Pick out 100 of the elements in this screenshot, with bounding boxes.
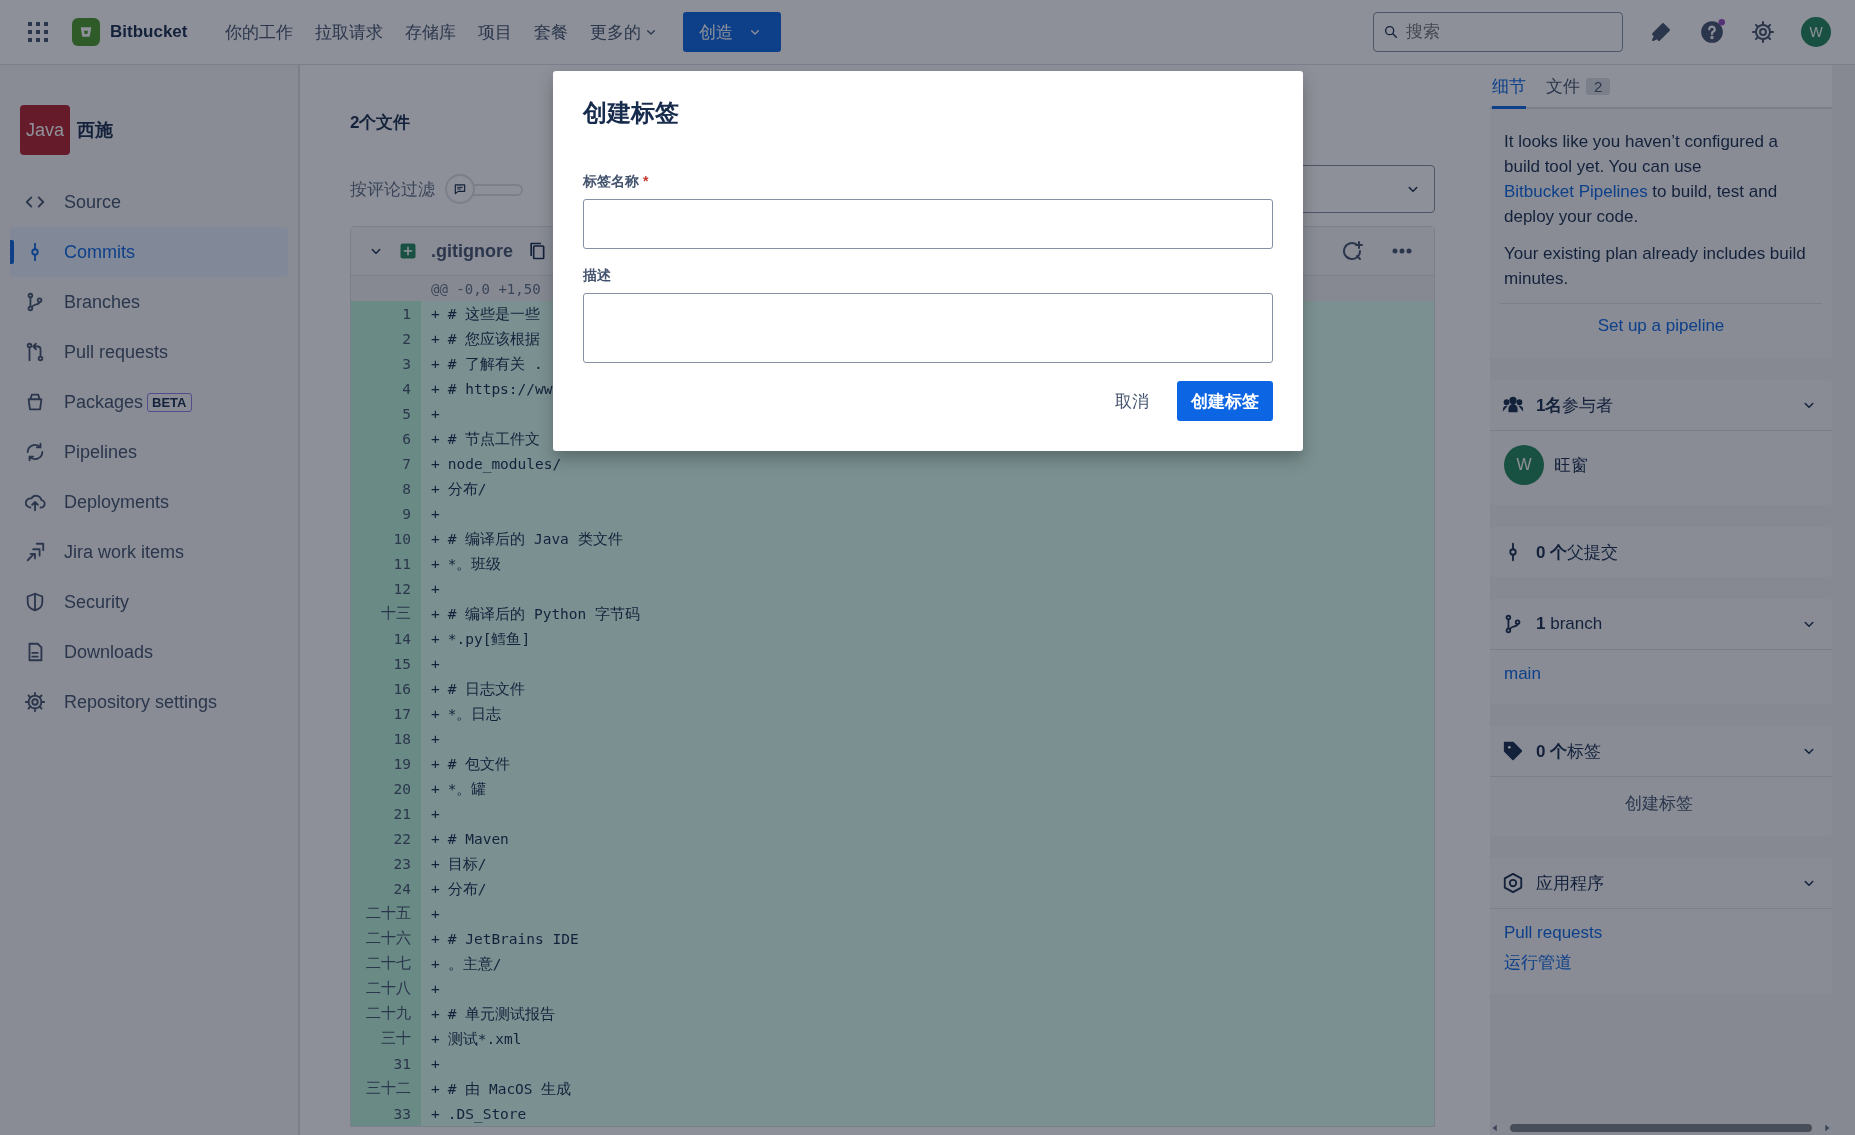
nav-link[interactable]: 你的工作 [217,12,302,52]
sidebar-item[interactable]: Repository settings [10,677,288,727]
filter-label: 按评论过滤 [350,178,435,201]
line-number: 9 [351,501,421,526]
diff-marker: + [431,455,440,472]
app-link[interactable]: 运行管道 [1504,951,1572,974]
line-number: 1 [351,301,421,326]
horizontal-scrollbar[interactable] [1490,1121,1832,1135]
help-icon[interactable] [1699,19,1725,45]
stacked-arrows-icon [24,541,46,563]
branch-link[interactable]: main [1504,664,1541,684]
sidebar-item[interactable]: Jira work items [10,527,288,577]
pipelines-link[interactable]: Bitbucket Pipelines [1504,182,1648,201]
line-number: 23 [351,851,421,876]
code-line: 分布/ [447,479,487,499]
sidebar-item[interactable]: Pipelines [10,427,288,477]
info-text: It looks like you haven’t configured a build tool yet. You can use Bitbucket Pipelines to build, test and deploy your code. [1504,131,1780,228]
sidebar-item[interactable]: Source [10,177,288,227]
code-line: # Maven [447,829,509,849]
comment-icon [453,182,467,196]
input-field[interactable] [583,199,1273,249]
comment-filter-toggle[interactable] [447,176,523,202]
line-number: 20 [351,776,421,801]
setup-pipeline-link[interactable]: Set up a pipeline [1597,316,1725,336]
diff-marker: + [431,555,440,572]
repo-name[interactable]: 西施 [77,118,113,142]
diff-marker: + [431,605,440,622]
sidebar-item[interactable]: Downloads [10,627,288,677]
sidebar-item[interactable]: Deployments [10,477,288,527]
code-line: 目标/ [447,854,487,874]
user-avatar[interactable]: W [1801,17,1831,47]
line-number: 4 [351,376,421,401]
diff-marker: + [431,830,440,847]
line-number: 16 [351,676,421,701]
line-number: 5 [351,401,421,426]
nav-link[interactable]: 拉取请求 [307,12,392,52]
code-line: 。主意/ [447,954,502,974]
search-field[interactable]: 搜索 [1373,12,1623,52]
nav-link[interactable]: 套餐 [526,12,577,52]
file-name[interactable]: .gitignore [431,240,513,262]
sidebar-item[interactable]: Commits [10,227,288,277]
diff-marker: + [431,505,440,522]
panel-tab[interactable]: 文件 2 [1546,75,1611,109]
diff-marker: + [431,580,440,597]
settings-icon[interactable] [1751,20,1775,44]
megaphone-icon[interactable] [1649,20,1673,44]
copy-icon[interactable] [527,241,547,261]
sidebar-item[interactable]: Packages BETA [10,377,288,427]
code-line: 分布/ [447,879,487,899]
file-added-icon [399,242,417,260]
create-button[interactable]: 创造 [683,12,782,52]
diff-marker: + [431,430,440,447]
diff-marker: + [431,680,440,697]
diff-marker: + [431,930,440,947]
diff-marker: + [431,1080,440,1097]
line-number: 3 [351,351,421,376]
diff-marker: + [431,980,440,997]
textarea-field[interactable] [583,293,1273,363]
shield-icon [24,591,46,613]
app-switcher-icon[interactable] [26,20,50,44]
line-number: 18 [351,726,421,751]
scroll-right-icon[interactable] [1822,1123,1832,1133]
section-title: 1 branch [1536,614,1603,634]
add-comment-icon[interactable] [1340,239,1364,263]
line-number: 8 [351,476,421,501]
diff-marker: + [431,805,440,822]
cancel-button[interactable]: 取消 [1101,381,1163,421]
line-number: 11 [351,551,421,576]
line-number: 二十八 [351,976,421,1001]
pull-request-icon [24,341,46,363]
section-title: 应用程序 [1536,872,1604,895]
scroll-left-icon[interactable] [1490,1123,1500,1133]
product-name[interactable]: Bitbucket [110,22,188,42]
line-number: 三十二 [351,1076,421,1101]
diff-marker: + [431,705,440,722]
line-number: 31 [351,1051,421,1076]
bucket-logo-icon [72,18,100,46]
line-number: 二十七 [351,951,421,976]
code-line: # https://ww [447,379,553,399]
user-avatar: W [1504,445,1544,485]
section-title: 1名参与者 [1536,394,1614,417]
code-line: # 包文件 [447,754,511,774]
code-line: # JetBrains IDE [447,929,579,949]
nav-link[interactable]: 存储库 [397,12,465,52]
sidebar-item[interactable]: Security [10,577,288,627]
sidebar-item[interactable]: Pull requests [10,327,288,377]
sidebar-item[interactable]: Branches [10,277,288,327]
section-title: 0 个标签 [1536,740,1602,763]
nav-menu[interactable]: 更多的 [582,12,668,52]
app-link[interactable]: Pull requests [1504,923,1603,943]
line-number: 三十 [351,1026,421,1051]
diff-marker: + [431,880,440,897]
code-line: 测试*.xml [447,1029,522,1049]
create-tag-link[interactable]: 创建标签 [1504,791,1814,816]
nav-link[interactable]: 项目 [470,12,521,52]
diff-marker: + [431,1030,440,1047]
user-name: 旺窗 [1554,454,1588,477]
code-line: *.py[鳕鱼] [447,629,531,649]
create-button[interactable]: 创建标签 [1177,381,1273,421]
code-line: node_modules/ [447,454,562,475]
